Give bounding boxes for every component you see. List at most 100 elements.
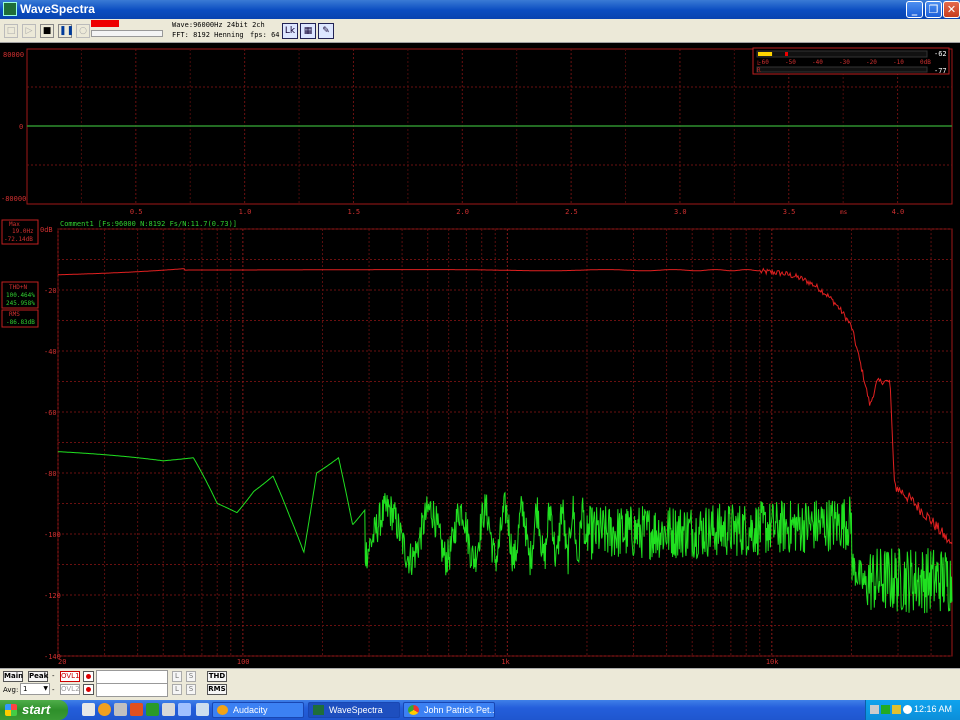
spectrum-y-tick-label: -40 <box>44 348 57 356</box>
taskbar: start Audacity WaveSpectra John Patrick … <box>0 700 960 720</box>
fps-info: fps: 64 <box>250 31 280 39</box>
level-slider[interactable] <box>91 30 163 37</box>
spectrum-comment: Comment1 [Fs:96000 N:8192 Fs/N:11.7(0.73… <box>60 220 237 228</box>
meter-peak-r: -77 <box>934 67 947 75</box>
main-readout-field <box>96 670 168 684</box>
s-button-2[interactable]: S <box>186 684 196 695</box>
start-label: start <box>22 702 51 717</box>
l-button[interactable]: L <box>172 671 182 682</box>
spectrum-y-tick-label: 0dB <box>40 226 53 234</box>
ovl1-reset-button[interactable] <box>83 671 94 682</box>
meter-tick-label: -50 <box>785 59 796 66</box>
tray-network-icon[interactable] <box>881 705 890 714</box>
meter-tick-label: 0dB <box>920 59 931 66</box>
tray-status-icon[interactable] <box>903 705 912 714</box>
level-meter: L R -60 -50 -40 -30 -20 -10 0dB -62 -77 <box>752 47 950 75</box>
pause-icon[interactable]: ❚❚ <box>58 24 74 38</box>
wave-x-tick-label: 1.0 <box>239 208 252 216</box>
waveform-panel: 80000 0 -80000 0.5 1.0 1.5 2.0 2.5 3.0 3.5 4.0 … <box>0 44 960 217</box>
spectrum-y-tick-label: -120 <box>44 592 61 600</box>
task-audacity[interactable]: Audacity <box>212 702 304 718</box>
spectrum-y-tick-label: -100 <box>44 531 61 539</box>
minimize-button[interactable]: _ <box>906 1 923 18</box>
avg-select[interactable]: 1 ▼ <box>20 683 50 695</box>
display-icon[interactable]: ▦ <box>300 23 316 39</box>
wave-x-tick-label: 2.0 <box>456 208 469 216</box>
meter-peak-l: -62 <box>934 50 947 58</box>
wave-x-tick-label: 2.5 <box>565 208 578 216</box>
dash-label: - <box>52 672 55 680</box>
close-button[interactable]: ✕ <box>943 1 960 18</box>
quicklaunch-media-icon[interactable] <box>130 703 143 716</box>
thd-value-2: 245.958% <box>6 300 35 307</box>
max-freq: 19.0Hz <box>12 228 34 235</box>
quicklaunch-tool-icon[interactable] <box>146 703 159 716</box>
avg-label: Avg: <box>3 686 19 694</box>
secondary-readout-field <box>96 683 168 697</box>
meter-tick-label: -60 <box>758 59 769 66</box>
thd-value-1: 100.464% <box>6 292 35 299</box>
meter-peak-marker <box>785 52 788 56</box>
ovl2-reset-button[interactable] <box>83 684 94 695</box>
windows-logo-icon <box>5 704 17 716</box>
thd-button[interactable]: THD <box>207 671 227 682</box>
task-browser[interactable]: John Patrick Pet... <box>403 702 495 718</box>
task-label: WaveSpectra <box>329 705 383 715</box>
thd-label: THD+N <box>9 284 27 291</box>
spectrum-x-tick-label: 1k <box>501 658 510 666</box>
quicklaunch-explorer-icon[interactable] <box>82 703 95 716</box>
rms-value: -86.83dB <box>6 319 35 326</box>
thd-readout: THD+N 100.464% 245.958% <box>1 281 39 309</box>
quicklaunch-more-icon[interactable] <box>196 703 209 716</box>
wavespectra-icon <box>313 705 324 715</box>
quicklaunch-browser-icon[interactable] <box>98 703 111 716</box>
meter-bar-l-track <box>756 50 928 58</box>
wave-y-mid: 0 <box>19 123 23 131</box>
rec-indicator <box>91 20 119 27</box>
tray-arrow-icon[interactable] <box>870 705 879 714</box>
main-button[interactable]: Main <box>3 671 23 682</box>
audacity-icon <box>217 705 228 715</box>
wave-y-top: 80000 <box>3 51 24 59</box>
quicklaunch-settings-icon[interactable] <box>178 703 191 716</box>
l-button-2[interactable]: L <box>172 684 182 695</box>
record-icon[interactable]: ○ <box>76 24 90 38</box>
start-button[interactable]: start <box>0 700 68 720</box>
spectrum-y-tick-label: -60 <box>44 409 57 417</box>
open-icon[interactable]: ▷ <box>22 24 36 38</box>
wave-x-tick-label: 3.0 <box>674 208 687 216</box>
max-db: -72.14dB <box>4 236 33 243</box>
wave-x-unit: ms <box>840 209 848 216</box>
waveform-svg: 80000 0 -80000 0.5 1.0 1.5 2.0 2.5 3.0 3.5 4.0 … <box>1 47 953 216</box>
spectrum-x-tick-label: 10k <box>766 658 779 666</box>
quicklaunch-disk-icon[interactable] <box>162 703 175 716</box>
stop-icon[interactable]: ■ <box>40 24 54 38</box>
chrome-icon <box>408 705 419 715</box>
avg-select-value: 1 <box>23 685 28 693</box>
new-icon[interactable]: □ <box>4 24 18 38</box>
meter-tick-label: -40 <box>812 59 823 66</box>
window-title: WaveSpectra <box>20 2 95 16</box>
restore-button[interactable]: ❐ <box>925 1 942 18</box>
spectrum-svg: 0dB-20-40-60-80-100-120-140 20 100 1k 10k C… <box>1 219 953 666</box>
spectrum-x-tick-label: 100 <box>237 658 250 666</box>
wave-x-tick-label: 1.5 <box>347 208 360 216</box>
task-label: Audacity <box>233 705 268 715</box>
s-button[interactable]: S <box>186 671 196 682</box>
peak-button[interactable]: Peak <box>28 671 48 682</box>
spectrum-y-tick-label: -80 <box>44 470 57 478</box>
task-wavespectra[interactable]: WaveSpectra <box>308 702 400 718</box>
meter-tick-label: -10 <box>893 59 904 66</box>
spectrum-frame <box>57 228 953 657</box>
task-label: John Patrick Pet... <box>424 705 495 715</box>
title-bar: WaveSpectra _ ❐ ✕ <box>0 0 960 19</box>
meter-r-label: R <box>757 67 761 74</box>
settings-link-icon[interactable]: Lk <box>282 23 298 39</box>
waveform-x-ticks: 0.5 1.0 1.5 2.0 2.5 3.0 3.5 4.0 <box>130 208 904 216</box>
wave-x-tick-label: 3.5 <box>783 208 796 216</box>
quicklaunch-app-icon[interactable] <box>114 703 127 716</box>
tray-speaker-icon[interactable] <box>892 705 901 714</box>
tools-icon[interactable]: ✎ <box>318 23 334 39</box>
dash-label-2: - <box>52 686 55 694</box>
rms-button[interactable]: RMS <box>207 684 227 695</box>
